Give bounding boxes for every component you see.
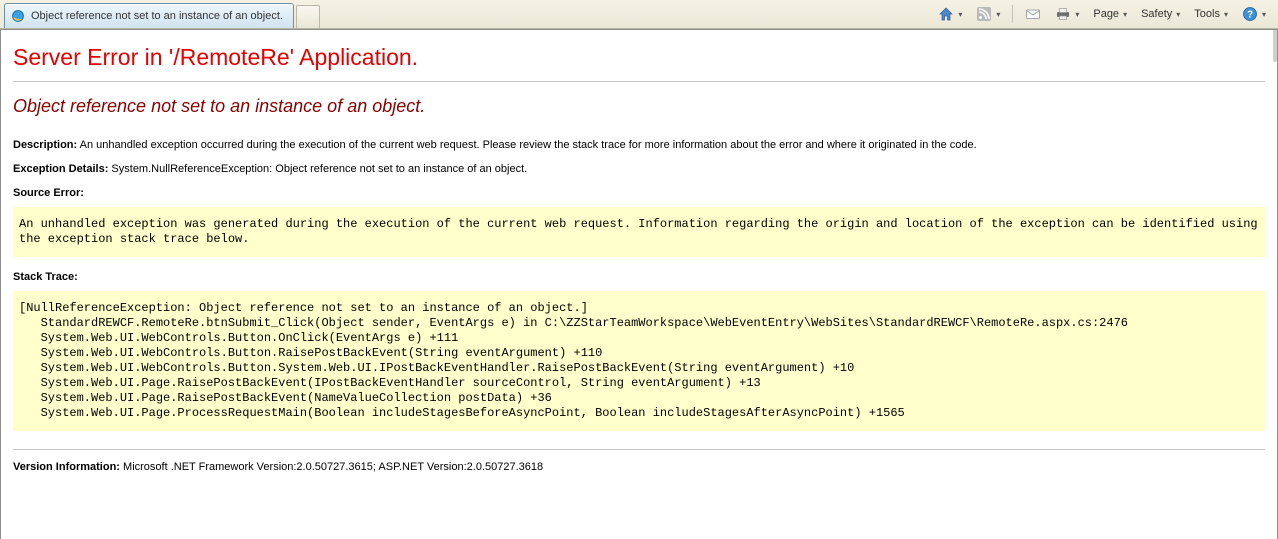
safety-menu-button[interactable]: Safety ▾ [1135,3,1186,25]
description-line: Description: An unhandled exception occu… [13,139,1265,151]
help-button[interactable]: ? ▾ [1236,3,1272,25]
home-icon [938,6,954,22]
divider [13,81,1265,82]
new-tab-button[interactable] [296,5,320,28]
mail-icon [1025,6,1041,22]
command-items: ▾ ▾ [932,0,1278,28]
printer-icon [1055,6,1071,22]
tab-title: Object reference not set to an instance … [31,10,283,22]
separator [1012,5,1013,23]
svg-text:?: ? [1247,10,1253,21]
chevron-down-icon: ▾ [1224,10,1228,19]
exception-details-line: Exception Details: System.NullReferenceE… [13,163,1265,175]
help-icon: ? [1242,6,1258,22]
chevron-down-icon: ▾ [1262,10,1266,19]
exception-details-text: System.NullReferenceException: Object re… [111,163,527,175]
chevron-down-icon: ▾ [1123,10,1127,19]
description-label: Description: [13,139,77,151]
stack-trace-label: Stack Trace: [13,271,1265,283]
source-error-block: An unhandled exception was generated dur… [13,207,1265,257]
browser-tab-active[interactable]: Object reference not set to an instance … [4,3,294,28]
chevron-down-icon: ▾ [958,10,962,19]
chevron-down-icon: ▾ [1075,10,1079,19]
home-button[interactable]: ▾ [932,3,968,25]
rss-icon [976,6,992,22]
exception-title: Object reference not set to an instance … [13,96,1265,117]
error-body: Server Error in '/RemoteRe' Application.… [1,30,1277,473]
stack-trace-block: [NullReferenceException: Object referenc… [13,291,1265,431]
ie-command-bar: Object reference not set to an instance … [0,0,1278,29]
tools-menu-button[interactable]: Tools ▾ [1188,3,1234,25]
content-frame: Server Error in '/RemoteRe' Application.… [0,29,1278,539]
chevron-down-icon: ▾ [1176,10,1180,19]
exception-details-label: Exception Details: [13,163,108,175]
version-text: Microsoft .NET Framework Version:2.0.507… [123,461,543,473]
tools-menu-label: Tools [1194,8,1220,20]
vertical-scrollbar[interactable] [1273,30,1277,62]
version-line: Version Information: Microsoft .NET Fram… [13,461,1265,473]
tab-strip: Object reference not set to an instance … [0,0,320,28]
source-error-label: Source Error: [13,187,1265,199]
version-label: Version Information: [13,461,120,473]
server-error-heading: Server Error in '/RemoteRe' Application. [13,44,1265,71]
page-menu-button[interactable]: Page ▾ [1087,3,1133,25]
description-text: An unhandled exception occurred during t… [80,139,977,151]
ie-favicon-icon [11,9,25,23]
read-mail-button[interactable] [1019,3,1047,25]
safety-menu-label: Safety [1141,8,1172,20]
divider [13,449,1265,450]
print-button[interactable]: ▾ [1049,3,1085,25]
feeds-button[interactable]: ▾ [970,3,1006,25]
chevron-down-icon: ▾ [996,10,1000,19]
page-menu-label: Page [1093,8,1119,20]
